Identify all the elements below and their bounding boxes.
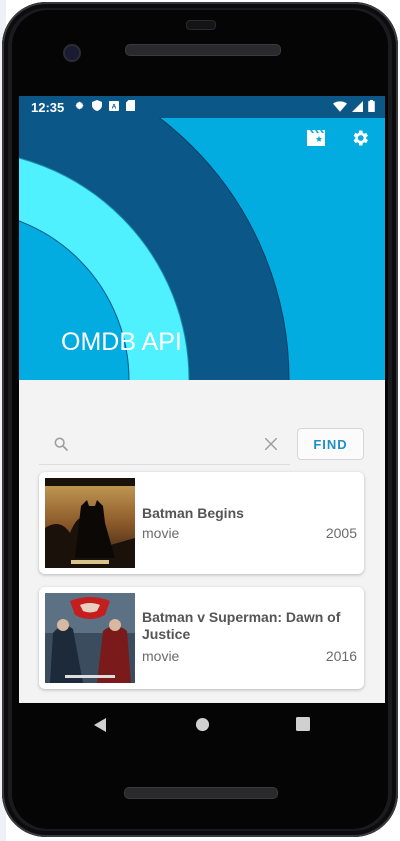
search-input[interactable] [83, 432, 257, 458]
gear-icon [74, 100, 85, 114]
status-right [333, 99, 375, 115]
search-bar [39, 426, 290, 465]
movie-poster [45, 478, 135, 568]
bottom-speaker [124, 787, 278, 799]
movie-filter-icon [307, 130, 325, 146]
a-icon: A [109, 100, 120, 114]
front-camera [63, 44, 81, 62]
proximity-sensor [186, 20, 216, 30]
movie-poster [45, 593, 135, 683]
movie-type: movie [142, 525, 180, 541]
status-bar: 12:35 A [19, 96, 385, 118]
settings-icon [353, 130, 368, 146]
app-title: OMDB API [61, 328, 182, 356]
earpiece-speaker [125, 44, 281, 56]
find-button[interactable]: FIND [297, 428, 364, 460]
result-card[interactable]: Batman Begins movie 2005 [39, 472, 364, 574]
signal-icon [352, 100, 363, 115]
app-header: OMDB API [19, 118, 385, 380]
movie-title: Batman v Superman: Dawn of Justice [142, 609, 341, 642]
home-icon[interactable] [195, 717, 210, 737]
overview-icon[interactable] [296, 717, 310, 736]
back-icon[interactable] [93, 717, 107, 738]
settings-button[interactable] [350, 128, 376, 154]
clear-icon[interactable] [263, 436, 279, 457]
navigation-bar [19, 703, 385, 747]
search-icon [53, 436, 69, 457]
movie-year: 2005 [325, 525, 357, 541]
wifi-icon [333, 100, 347, 115]
battery-icon [368, 99, 375, 115]
movie-type: movie [142, 648, 180, 664]
shield-icon [92, 100, 103, 114]
app-screen: 12:35 A OMDB API FIND Batman Begins movi… [19, 96, 385, 703]
svg-text:A: A [112, 103, 117, 110]
movie-filter-button[interactable] [307, 128, 333, 154]
movie-year: 2016 [325, 648, 357, 664]
movie-title: Batman Begins [142, 505, 244, 521]
status-time: 12:35 [31, 99, 65, 115]
sd-card-icon [126, 100, 136, 114]
result-card[interactable]: Batman v Superman: Dawn of Justice movie… [39, 587, 364, 689]
